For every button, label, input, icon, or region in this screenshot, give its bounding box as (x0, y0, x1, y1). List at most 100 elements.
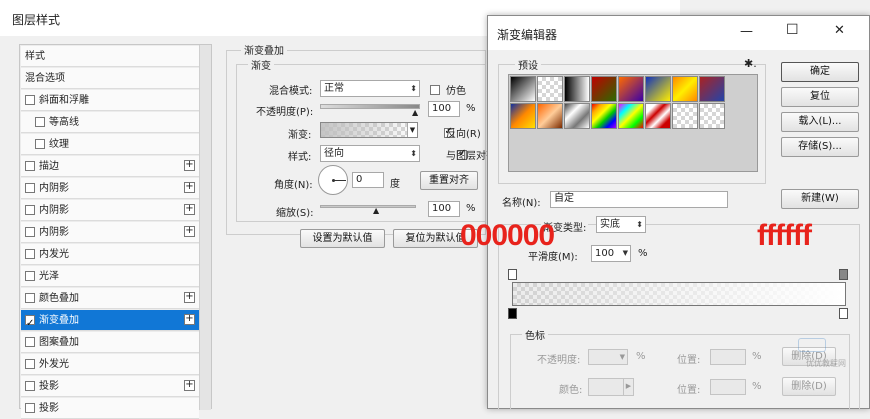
style-list-item[interactable]: 渐变叠加 + (21, 310, 199, 334)
plus-icon[interactable]: + (184, 160, 195, 171)
plus-icon[interactable]: + (184, 226, 195, 237)
save-button[interactable]: 存储(S)... (781, 137, 859, 157)
maximize-icon[interactable]: ☐ (786, 22, 799, 38)
play-icon: ▶ (623, 379, 633, 395)
style-list-item[interactable]: 混合选项 (21, 68, 199, 89)
scale-label: 缩放(S): (276, 208, 314, 219)
stop-opacity-input[interactable]: ▼ (588, 349, 628, 365)
style-checkbox[interactable] (25, 403, 35, 413)
style-checkbox[interactable] (25, 161, 35, 171)
style-checkbox[interactable] (35, 139, 45, 149)
opacity-position-input[interactable] (710, 349, 746, 365)
plus-icon[interactable]: + (184, 204, 195, 215)
style-list-item[interactable]: 图案叠加 (21, 332, 199, 353)
gradient-preset-swatch[interactable] (672, 103, 698, 129)
opacity-label: 不透明度(P): (256, 107, 314, 118)
style-list-item[interactable]: 外发光 (21, 354, 199, 375)
style-list-item[interactable]: 内发光 (21, 244, 199, 265)
style-checkbox[interactable] (25, 359, 35, 369)
style-checkbox[interactable] (35, 117, 45, 127)
dither-checkbox[interactable] (430, 85, 440, 95)
smoothness-select[interactable]: 100 ▼ (591, 245, 631, 262)
gradient-preset-swatch[interactable] (645, 103, 671, 129)
opacity-stop-right[interactable] (839, 269, 848, 280)
style-checkbox[interactable] (25, 313, 35, 334)
style-checkbox[interactable] (25, 381, 35, 391)
style-checkbox[interactable] (25, 95, 35, 105)
style-list-item[interactable]: 内阴影 + (21, 178, 199, 199)
style-list-item[interactable]: 投影 + (21, 376, 199, 397)
load-button[interactable]: 载入(L)... (781, 112, 859, 132)
opacity-slider[interactable] (320, 104, 420, 109)
style-checkbox[interactable] (25, 183, 35, 193)
gradient-bar[interactable] (512, 282, 846, 306)
style-checkbox[interactable] (25, 271, 35, 281)
gradient-editor-titlebar: 渐变编辑器 — ☐ ✕ (488, 16, 869, 50)
style-checkbox[interactable] (25, 337, 35, 347)
gradient-preset-swatch[interactable] (510, 103, 536, 129)
dropdown-arrow-icon[interactable]: ▼ (407, 123, 417, 137)
style-list-item[interactable]: 光泽 (21, 266, 199, 287)
reset-button[interactable]: 复位 (781, 87, 859, 107)
style-list-item[interactable]: 内阴影 + (21, 222, 199, 243)
gradient-preset-swatch[interactable] (699, 103, 725, 129)
style-list-item[interactable]: 纹理 (21, 134, 199, 155)
style-checkbox[interactable] (25, 249, 35, 259)
style-list-item[interactable]: 内阴影 + (21, 200, 199, 221)
color-position-label: 位置: (677, 385, 701, 396)
scale-slider-handle[interactable]: ▲ (373, 206, 379, 215)
style-checkbox[interactable] (25, 205, 35, 215)
gradient-overlay-title: 渐变叠加 (241, 42, 287, 57)
gradient-preset-swatch[interactable] (564, 76, 590, 102)
angle-input[interactable]: 0 (352, 172, 384, 188)
style-list-item[interactable]: 斜面和浮雕 (21, 90, 199, 111)
styles-scrollbar[interactable] (199, 45, 211, 410)
name-input[interactable]: 自定 (550, 191, 728, 208)
gradient-preset-swatch[interactable] (591, 76, 617, 102)
gradient-preset-swatch[interactable] (537, 76, 563, 102)
gradient-type-select[interactable]: 实底 ⬍ (596, 216, 646, 233)
gradient-preset-swatch[interactable] (699, 76, 725, 102)
scale-input[interactable]: 100 (428, 201, 460, 217)
gradient-preset-swatch[interactable] (510, 76, 536, 102)
style-list-item[interactable]: 描边 + (21, 156, 199, 177)
angle-dial[interactable] (318, 165, 348, 195)
opacity-stop-left[interactable] (508, 269, 517, 280)
color-stop-right[interactable] (839, 308, 848, 319)
style-list-item[interactable]: 等高线 (21, 112, 199, 133)
gradient-preset-swatch[interactable] (645, 76, 671, 102)
gradient-preview[interactable]: ▼ (320, 122, 418, 138)
color-position-input[interactable] (710, 379, 746, 395)
gradient-preset-swatch[interactable] (618, 76, 644, 102)
style-list-item-label: 外发光 (39, 359, 69, 370)
gradient-preset-swatch[interactable] (672, 76, 698, 102)
ok-button[interactable]: 确定 (781, 62, 859, 82)
delete-color-stop-button[interactable]: 删除(D) (782, 377, 836, 396)
style-checkbox[interactable] (25, 227, 35, 237)
style-select[interactable]: 径向 ⬍ (320, 145, 420, 162)
opacity-input[interactable]: 100 (428, 101, 460, 117)
reset-align-button[interactable]: 重置对齐 (420, 171, 478, 190)
gradient-preset-swatch[interactable] (618, 103, 644, 129)
style-list-item[interactable]: 颜色叠加 + (21, 288, 199, 309)
scale-slider[interactable] (320, 205, 416, 208)
set-default-button[interactable]: 设置为默认值 (300, 229, 385, 248)
style-checkbox[interactable] (25, 293, 35, 303)
plus-icon[interactable]: + (184, 380, 195, 391)
new-button[interactable]: 新建(W) (781, 189, 859, 209)
gradient-preset-swatch[interactable] (564, 103, 590, 129)
minimize-icon[interactable]: — (740, 24, 753, 39)
style-list-item[interactable]: 样式 (21, 46, 199, 67)
color-stop-left[interactable] (508, 308, 517, 319)
blend-mode-select[interactable]: 正常 ⬍ (320, 80, 420, 97)
opacity-slider-handle[interactable]: ▲ (412, 108, 418, 117)
plus-icon[interactable]: + (184, 292, 195, 303)
plus-icon[interactable]: + (184, 314, 195, 325)
gradient-preset-swatch[interactable] (537, 103, 563, 129)
plus-icon[interactable]: + (184, 182, 195, 193)
close-icon[interactable]: ✕ (834, 23, 845, 38)
stop-color-swatch[interactable]: ▶ (588, 378, 634, 396)
gradient-editor-title: 渐变编辑器 (497, 28, 558, 42)
gradient-preset-swatch[interactable] (591, 103, 617, 129)
gear-icon[interactable]: ✱. (744, 57, 757, 70)
